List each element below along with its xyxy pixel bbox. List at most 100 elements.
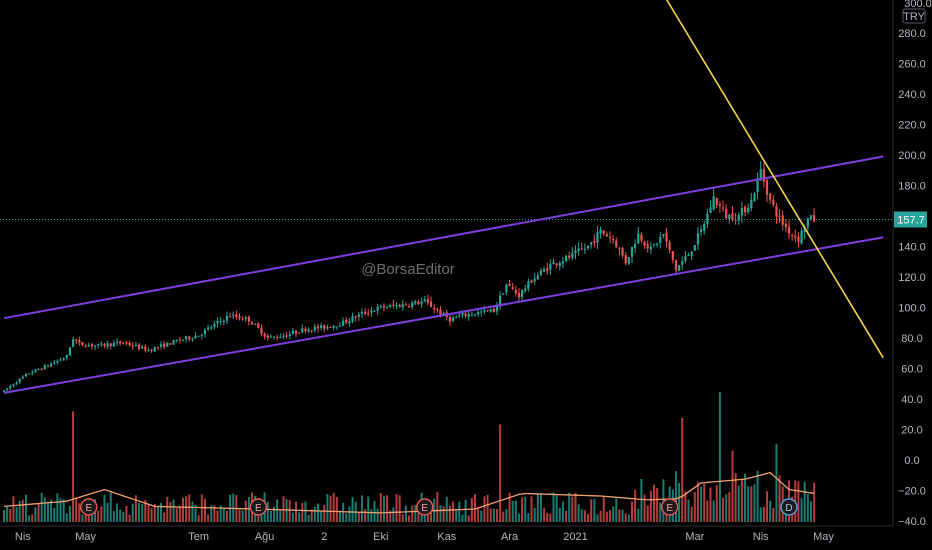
volume-bar: [172, 499, 175, 522]
candle-body: [674, 260, 678, 271]
volume-bar: [737, 485, 740, 522]
volume-bar: [483, 496, 486, 522]
volume-bar: [605, 511, 608, 522]
volume-bar: [652, 484, 655, 522]
volume-bar: [643, 494, 646, 522]
candle-body: [225, 315, 229, 321]
candle-body: [147, 350, 150, 352]
volume-bar: [722, 497, 725, 522]
volume-bar: [489, 508, 492, 522]
candle-body: [775, 206, 778, 217]
candle-body: [473, 314, 477, 316]
candle-body: [583, 248, 586, 250]
candle-body: [668, 242, 671, 250]
volume-bar: [593, 499, 596, 522]
candle-body: [266, 335, 269, 338]
candle-body: [181, 339, 185, 341]
volume-bar: [448, 505, 451, 522]
volume-bar: [442, 506, 445, 522]
candle-body: [159, 344, 163, 347]
candle-body: [257, 323, 260, 328]
candle-body: [395, 305, 398, 307]
event-marker-label: D: [785, 503, 792, 514]
candle-body: [97, 343, 100, 346]
candle-body: [109, 343, 112, 346]
candle-body: [342, 320, 345, 326]
candle-body: [210, 327, 213, 329]
volume-bar: [75, 498, 78, 522]
candle-body: [389, 304, 392, 307]
volume-bar: [452, 501, 455, 522]
candle-body: [558, 262, 561, 267]
volume-bar: [163, 512, 166, 522]
volume-bar: [514, 500, 517, 522]
volume-bar: [536, 493, 539, 522]
candle-body: [568, 255, 571, 258]
candle-body: [502, 293, 505, 295]
volume-bar: [160, 502, 162, 522]
candle-body: [320, 325, 323, 328]
candle-body: [542, 268, 546, 272]
candle-body: [90, 344, 94, 347]
volume-bar: [395, 493, 398, 522]
volume-bar: [552, 492, 555, 522]
volume-bar: [28, 515, 31, 522]
volume-bar: [238, 509, 241, 522]
candle-body: [684, 256, 687, 261]
volume-bar: [631, 501, 633, 522]
candle-body: [367, 312, 370, 314]
candle-body: [743, 206, 747, 213]
volume-bar: [445, 496, 448, 522]
volume-bar: [627, 514, 630, 522]
time-tick-label: Mar: [685, 531, 704, 543]
candle-body: [787, 226, 791, 234]
price-chart[interactable]: @BorsaEditor EEEED 280.0260.0240.0220.02…: [0, 0, 932, 550]
volume-bar: [414, 505, 417, 522]
volume-bar: [197, 515, 200, 522]
candle-body: [87, 344, 90, 347]
volume-bar: [279, 510, 282, 522]
price-tick-label: −20.0: [898, 486, 926, 498]
candle-body: [605, 234, 608, 237]
candle-body: [706, 213, 709, 224]
volume-bar: [320, 511, 323, 522]
volume-bar: [618, 509, 621, 522]
candle-body: [596, 232, 599, 243]
volume-bar: [533, 507, 536, 522]
candle-body: [172, 340, 175, 345]
currency-badge[interactable]: TRY: [902, 8, 926, 24]
volume-bar: [103, 494, 106, 522]
volume-bar: [715, 485, 718, 522]
volume-bar: [696, 481, 699, 522]
volume-bar: [458, 501, 461, 522]
volume-bar: [147, 503, 150, 522]
candle-body: [213, 323, 216, 328]
candle-body: [351, 316, 354, 322]
candle-body: [9, 386, 12, 389]
volume-bar: [602, 496, 605, 522]
candle-body: [62, 358, 65, 360]
candle-body: [228, 316, 232, 318]
volume-bar: [9, 509, 12, 522]
volume-bar: [128, 514, 131, 522]
time-tick-label: Tem: [188, 531, 209, 543]
candle-body: [725, 209, 728, 219]
candle-body: [624, 255, 627, 264]
candle-body: [119, 341, 122, 344]
candle-body: [12, 384, 15, 386]
volume-bar: [408, 515, 411, 522]
candle-body: [128, 342, 131, 346]
last-price-value: 157.7: [897, 215, 925, 227]
candle-body: [712, 196, 715, 210]
watermark-text: @BorsaEditor: [361, 261, 455, 278]
candle-body: [125, 342, 128, 344]
volume-bar: [709, 487, 712, 522]
volume-bar: [656, 487, 659, 522]
volume-bar: [357, 512, 360, 522]
candle-body: [762, 169, 765, 182]
candle-body: [50, 363, 53, 367]
candle-body: [477, 311, 480, 315]
candle-body: [571, 252, 574, 258]
volume-bar: [587, 514, 590, 522]
candle-body: [561, 261, 565, 264]
